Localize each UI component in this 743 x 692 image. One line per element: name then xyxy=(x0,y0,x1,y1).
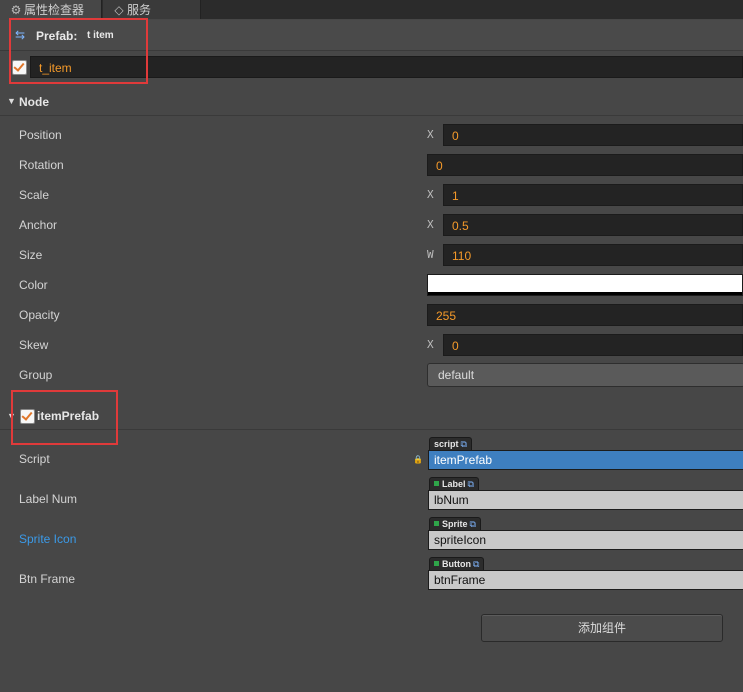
tab-services-label: 服务 xyxy=(127,3,152,17)
prop-label-group: Group xyxy=(19,368,53,382)
annotation-box-component xyxy=(11,390,118,445)
node-dot-icon xyxy=(434,521,439,526)
scale-x-input[interactable]: 1 xyxy=(443,184,743,206)
prop-label-position: Position xyxy=(19,128,62,142)
sprite-icon-field[interactable]: spriteIcon xyxy=(428,530,743,550)
size-width-input[interactable]: 110 xyxy=(443,244,743,266)
type-tag-label: Label ⧉ xyxy=(429,477,479,490)
tab-inspector-label: 属性检查器 xyxy=(24,3,85,17)
prop-label-color: Color xyxy=(19,278,48,292)
axis-label-x: X xyxy=(427,128,434,141)
type-tag-label: Sprite xyxy=(442,519,468,529)
btn-frame-field[interactable]: btnFrame xyxy=(428,570,743,590)
prop-label-sprite-icon: Sprite Icon xyxy=(19,532,77,546)
prop-label-rotation: Rotation xyxy=(19,158,64,172)
skew-x-input[interactable]: 0 xyxy=(443,334,743,356)
tab-bar: ⚙ 属性检查器 ◇ 服务 xyxy=(0,0,743,19)
type-tag-label: script xyxy=(434,439,459,449)
annotation-box-prefab xyxy=(9,18,148,84)
type-tag-label: Label xyxy=(442,479,466,489)
prop-label-size: Size xyxy=(19,248,43,262)
group-select[interactable]: default xyxy=(427,363,743,387)
tab-inspector[interactable]: ⚙ 属性检查器 xyxy=(0,0,102,19)
position-x-input[interactable]: 0 xyxy=(443,124,743,146)
opacity-input[interactable]: 255 xyxy=(427,304,743,326)
prop-label-scale: Scale xyxy=(19,188,50,202)
tab-services[interactable]: ◇ 服务 xyxy=(103,0,201,19)
external-link-icon[interactable]: ⧉ xyxy=(461,439,467,449)
type-tag-script: script ⧉ xyxy=(429,437,472,450)
axis-label-x: X xyxy=(427,188,434,201)
node-dot-icon xyxy=(434,481,439,486)
prop-label-anchor: Anchor xyxy=(19,218,58,232)
anchor-x-input[interactable]: 0.5 xyxy=(443,214,743,236)
type-tag-button: Button ⧉ xyxy=(429,557,485,570)
prop-label-skew: Skew xyxy=(19,338,49,352)
external-link-icon[interactable]: ⧉ xyxy=(470,519,476,529)
axis-label-x: X xyxy=(427,218,434,231)
prop-label-script: Script xyxy=(19,452,50,466)
node-section-title: Node xyxy=(19,95,49,109)
label-num-field[interactable]: lbNum xyxy=(428,490,743,510)
type-tag-label: Button xyxy=(442,559,471,569)
script-field[interactable]: itemPrefab xyxy=(428,450,743,470)
external-link-icon[interactable]: ⧉ xyxy=(468,479,474,489)
prop-label-opacity: Opacity xyxy=(19,308,60,322)
collapse-arrow-icon[interactable]: ▼ xyxy=(7,96,16,106)
lock-icon: 🔒 xyxy=(413,455,423,464)
axis-label-w: W xyxy=(427,248,434,261)
service-icon: ◇ xyxy=(114,3,124,17)
type-tag-sprite: Sprite ⧉ xyxy=(429,517,481,530)
prop-label-label-num: Label Num xyxy=(19,492,78,506)
color-picker[interactable] xyxy=(427,274,743,296)
node-section-header[interactable]: ▼ Node xyxy=(0,89,743,116)
rotation-input[interactable]: 0 xyxy=(427,154,743,176)
gear-icon: ⚙ xyxy=(10,3,22,17)
prop-label-btn-frame: Btn Frame xyxy=(19,572,76,586)
node-dot-icon xyxy=(434,561,439,566)
external-link-icon[interactable]: ⧉ xyxy=(473,559,479,569)
axis-label-x: X xyxy=(427,338,434,351)
add-component-button[interactable]: 添加组件 xyxy=(481,614,723,642)
